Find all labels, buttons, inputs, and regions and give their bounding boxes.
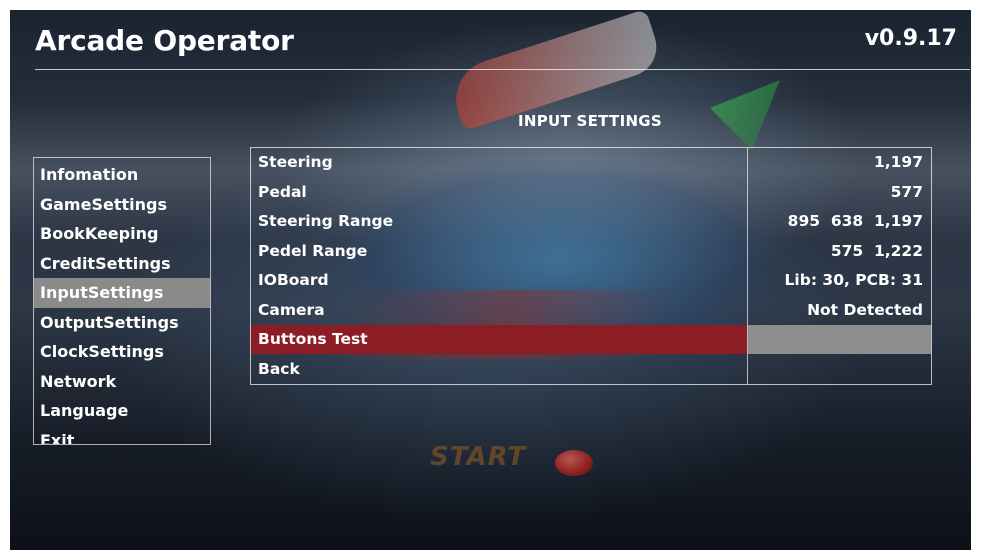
row-buttons-test[interactable]: Buttons Test [251, 325, 931, 354]
row-pedal[interactable]: Pedal 577 [251, 178, 931, 207]
menu-item-exit[interactable]: Exit [34, 426, 210, 445]
row-label: Pedel Range [258, 241, 368, 260]
row-label: Pedal [258, 182, 307, 201]
row-label: IOBoard [258, 271, 329, 289]
menu-item-language[interactable]: Language [34, 396, 210, 426]
row-camera[interactable]: Camera Not Detected [251, 296, 931, 325]
menu-item-game-settings[interactable]: GameSettings [34, 190, 210, 220]
row-value: 895 638 1,197 [787, 212, 923, 230]
settings-menu: Infomation GameSettings BookKeeping Cred… [33, 157, 211, 445]
input-settings-table: Steering 1,197 Pedal 577 Steering Range … [250, 147, 932, 385]
menu-item-infomation[interactable]: Infomation [34, 160, 210, 190]
row-value: Lib: 30, PCB: 31 [784, 271, 923, 289]
row-steering[interactable]: Steering 1,197 [251, 148, 931, 177]
row-label: Steering Range [258, 212, 394, 230]
header-divider [35, 69, 970, 70]
version-label: v0.9.17 [864, 26, 957, 51]
app-title: Arcade Operator [35, 24, 294, 57]
menu-item-clock-settings[interactable]: ClockSettings [34, 337, 210, 367]
row-steering-range[interactable]: Steering Range 895 638 1,197 [251, 207, 931, 236]
row-value-highlight-background [748, 325, 931, 354]
row-label: Back [258, 359, 300, 378]
section-title: INPUT SETTINGS [517, 112, 663, 130]
start-button-icon [555, 450, 593, 476]
row-value: 577 [890, 182, 923, 201]
row-value: 575 1,222 [830, 241, 923, 260]
menu-item-output-settings[interactable]: OutputSettings [34, 308, 210, 338]
menu-item-input-settings[interactable]: InputSettings [34, 278, 210, 308]
row-label: Steering [258, 153, 333, 171]
background-start-text: START [430, 442, 527, 472]
row-value: 1,197 [873, 153, 923, 171]
menu-item-bookkeeping[interactable]: BookKeeping [34, 219, 210, 249]
row-pedel-range[interactable]: Pedel Range 575 1,222 [251, 237, 931, 266]
row-back[interactable]: Back [251, 355, 931, 384]
game-screen: Arcade Operator v0.9.17 INPUT SETTINGS I… [10, 10, 971, 550]
menu-item-network[interactable]: Network [34, 367, 210, 397]
row-label: Camera [258, 300, 325, 319]
row-value: Not Detected [807, 300, 923, 319]
row-label: Buttons Test [258, 330, 368, 348]
row-ioboard[interactable]: IOBoard Lib: 30, PCB: 31 [251, 266, 931, 295]
menu-item-credit-settings[interactable]: CreditSettings [34, 249, 210, 279]
